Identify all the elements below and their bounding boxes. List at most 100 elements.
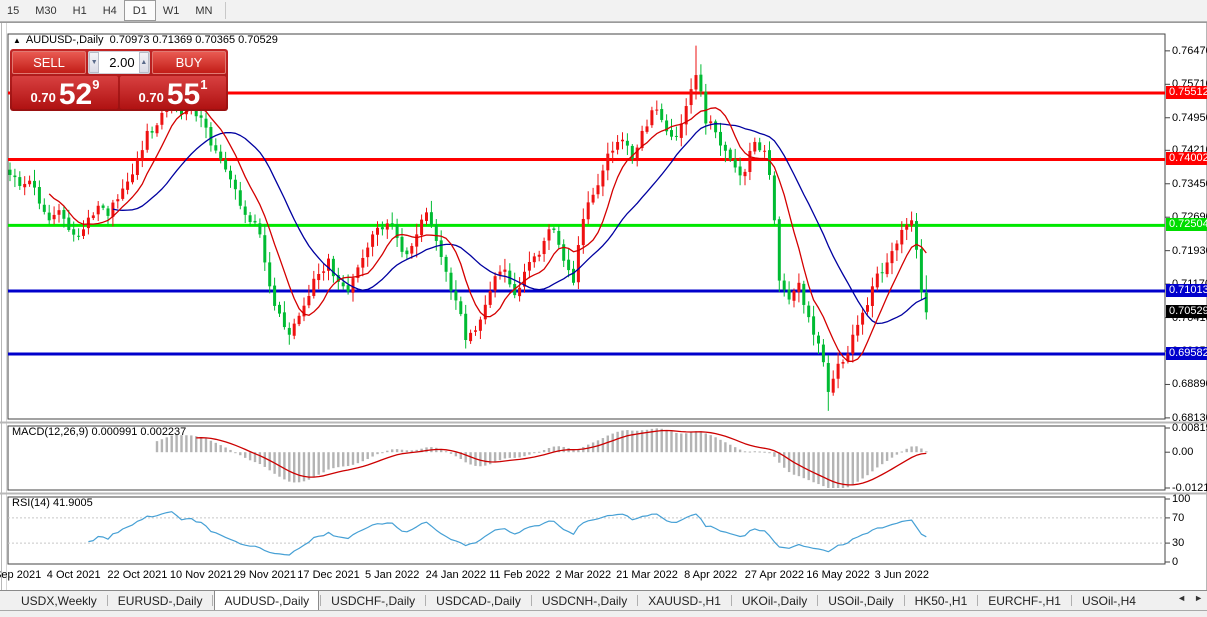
candle-body [258, 223, 262, 235]
candle-body [670, 130, 673, 137]
candle-body [645, 126, 649, 132]
macd-histogram-bar [523, 452, 526, 457]
macd-histogram-bar [812, 452, 815, 483]
macd-histogram-bar [317, 452, 320, 475]
candle-body [28, 180, 32, 185]
tab-eurusd-daily[interactable]: EURUSD-,Daily [109, 591, 212, 610]
tab-separator [530, 595, 532, 606]
macd-histogram-bar [199, 437, 203, 453]
tab-usdx-weekly[interactable]: USDX,Weekly [12, 591, 106, 610]
candle-body [42, 204, 46, 212]
tab-scroll-right-icon[interactable]: ► [1194, 593, 1203, 603]
terminal-window: 15 M30 H1 H4 D1 W1 MN ▲ AUDUSD-,Daily 0.70973 0… [0, 0, 1207, 617]
sell-button[interactable]: SELL [12, 51, 86, 74]
macd-histogram-bar [832, 452, 835, 488]
macd-histogram-bar [160, 439, 164, 453]
rsi-label: RSI(14) 41.9005 [12, 497, 93, 509]
candle-body [655, 109, 659, 111]
tab-xauusd-h1[interactable]: XAUUSD-,H1 [639, 591, 730, 610]
candle-body [155, 125, 159, 134]
candle-body [557, 230, 561, 245]
candle-body [351, 278, 355, 293]
macd-histogram-bar [738, 449, 742, 453]
tab-scroll-left-icon[interactable]: ◄ [1177, 593, 1186, 603]
buy-button[interactable]: BUY [152, 51, 226, 74]
candle-body [488, 291, 492, 305]
candle-body [420, 219, 424, 236]
buy-price-pip: 1 [200, 77, 208, 92]
price-badge-0.69582: 0.69582 [1166, 346, 1207, 360]
candle-body [341, 282, 345, 287]
candle-body [606, 153, 610, 171]
candle-body [787, 289, 791, 300]
macd-histogram-bar [474, 452, 477, 466]
tab-usoil-h4[interactable]: USOil-,H4 [1073, 591, 1145, 610]
macd-histogram-bar [557, 446, 560, 453]
macd-histogram-bar [542, 449, 546, 453]
timeframe-button-w1[interactable]: W1 [154, 0, 189, 21]
candle-body [439, 240, 443, 257]
macd-histogram-bar [763, 451, 766, 453]
macd-histogram-bar [293, 452, 296, 483]
macd-histogram-bar [616, 431, 619, 453]
candle-body [542, 240, 546, 255]
timeframe-button-15[interactable]: 15 [0, 0, 28, 21]
macd-histogram-bar [876, 452, 879, 468]
volume-input[interactable] [99, 52, 139, 73]
tab-usdcnh-daily[interactable]: USDCNH-,Daily [533, 591, 636, 610]
tab-audusd-daily[interactable]: AUDUSD-,Daily [214, 590, 320, 610]
tab-bar-lead [0, 591, 12, 610]
macd-histogram-bar [885, 452, 889, 461]
macd-histogram-bar [371, 452, 374, 457]
buy-price-box[interactable]: 0.70 55 1 [120, 76, 226, 110]
candle-body [797, 282, 801, 292]
price-badge-0.71013: 0.71013 [1166, 284, 1207, 298]
candle-body [199, 115, 203, 118]
volume-increase-icon[interactable]: ▲ [138, 52, 149, 73]
candle-body [758, 142, 762, 151]
candle-body [478, 319, 482, 331]
sell-price-box[interactable]: 0.70 52 9 [12, 76, 118, 110]
candle-body [684, 106, 688, 125]
macd-histogram-bar [660, 428, 663, 453]
timeframe-button-mn[interactable]: MN [186, 0, 221, 21]
chart-collapse-icon[interactable]: ▲ [13, 36, 21, 45]
tab-ukoil-daily[interactable]: UKOil-,Daily [733, 591, 816, 610]
price-badge-0.72504: 0.72504 [1166, 218, 1207, 232]
rsi-tick-label: 0 [1172, 556, 1179, 568]
candle-body [483, 304, 487, 320]
candle-body [523, 271, 526, 287]
candle-body [572, 268, 575, 283]
macd-histogram-bar [910, 446, 913, 453]
candle-body [400, 236, 404, 252]
tab-usoil-daily[interactable]: USOil-,Daily [819, 591, 902, 610]
candle-body [714, 121, 718, 133]
timeframe-button-h1[interactable]: H1 [64, 0, 96, 21]
date-label: 27 Apr 2022 [744, 569, 805, 581]
candle-body [812, 316, 816, 335]
macd-histogram-bar [263, 452, 266, 467]
candle-body [366, 247, 370, 258]
macd-label: MACD(12,26,9) 0.000991 0.002237 [12, 426, 187, 438]
timeframe-button-d1[interactable]: D1 [123, 0, 156, 21]
candle-body [13, 175, 17, 178]
tab-eurchf-h1[interactable]: EURCHF-,H1 [979, 591, 1070, 610]
macd-histogram-bar [538, 451, 541, 453]
tab-hk50-h1[interactable]: HK50-,H1 [906, 591, 977, 610]
candle-body [743, 171, 747, 177]
volume-decrease-icon[interactable]: ▼ [89, 52, 100, 73]
macd-histogram-bar [680, 433, 683, 453]
tab-usdcad-daily[interactable]: USDCAD-,Daily [427, 591, 530, 610]
macd-histogram-bar [346, 452, 350, 467]
macd-histogram-bar [204, 438, 208, 453]
timeframe-button-h4[interactable]: H4 [94, 0, 126, 21]
timeframe-button-m30[interactable]: M30 [26, 0, 65, 21]
candle-body [567, 259, 571, 271]
tab-usdchf-daily[interactable]: USDCHF-,Daily [322, 591, 424, 610]
candle-body [121, 188, 125, 199]
candle-body [292, 323, 296, 336]
macd-histogram-bar [846, 452, 850, 488]
candle-body [302, 305, 306, 317]
macd-histogram-bar [709, 435, 712, 453]
macd-histogram-bar [229, 449, 232, 453]
